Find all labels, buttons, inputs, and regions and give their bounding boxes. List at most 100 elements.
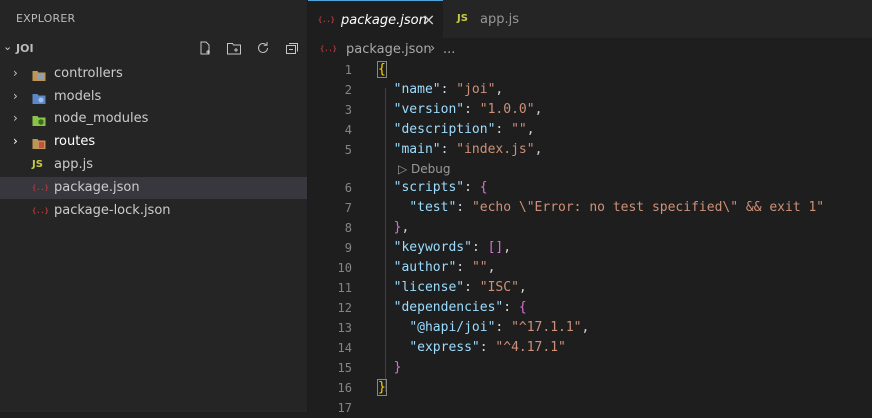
tree-folder-routes[interactable]: › routes (0, 131, 307, 153)
refresh-icon[interactable] (255, 40, 271, 56)
json-key: "main" (393, 142, 441, 157)
code-line: 9 "keywords": [], (308, 238, 872, 258)
code-line: 14 "express": "^4.17.1" (308, 338, 872, 358)
code-editor[interactable]: 1 { 2 "name": "joi", 3 "version": "1.0.0… (308, 60, 872, 415)
tree-label: models (54, 89, 102, 104)
code-line: 1 { (308, 60, 872, 80)
code-line: 13 "@hapi/joi": "^17.1.1", (308, 318, 872, 338)
breadcrumb: {..} package.json › ... (308, 38, 872, 60)
line-number: 2 (344, 83, 352, 97)
folder-icon (32, 90, 46, 104)
line-number: 6 (344, 181, 352, 195)
line-number: 17 (337, 401, 352, 415)
json-value: "ISC" (479, 280, 519, 295)
json-value: "" (511, 122, 527, 137)
chevron-right-icon: › (13, 111, 18, 125)
json-key: "express" (409, 340, 480, 355)
line-number: 15 (337, 361, 352, 375)
explorer-title: EXPLORER (16, 12, 76, 25)
json-key: "@hapi/joi" (409, 320, 496, 335)
chevron-down-icon: ⌄ (3, 40, 13, 53)
code-token: } (377, 379, 387, 396)
tree-folder-controllers[interactable]: › controllers (0, 63, 307, 85)
json-file-icon: {..} (32, 207, 49, 215)
json-key: "version" (393, 102, 465, 117)
json-key: "name" (393, 82, 441, 97)
code-line: 3 "version": "1.0.0", (308, 100, 872, 120)
line-number: 8 (344, 221, 352, 235)
line-number: 12 (337, 301, 352, 315)
line-number: 13 (337, 321, 352, 335)
code-line: 10 "author": "", (308, 258, 872, 278)
tree-folder-models[interactable]: › models (0, 86, 307, 108)
json-value: "echo \"Error: no test specified\" && ex… (471, 200, 825, 215)
line-number: 16 (337, 381, 352, 395)
folder-icon (32, 112, 46, 126)
line-number: 7 (344, 201, 352, 215)
code-line: 4 "description": "", (308, 120, 872, 140)
new-file-icon[interactable] (197, 40, 213, 56)
json-value: "joi" (456, 82, 496, 97)
breadcrumb-separator: › (430, 41, 436, 56)
json-key: "keywords" (393, 240, 472, 255)
json-value: "" (471, 260, 488, 275)
line-number: 4 (344, 123, 352, 137)
json-key: "description" (393, 122, 496, 137)
tree-label: package-lock.json (54, 203, 171, 218)
chevron-right-icon: › (13, 66, 18, 80)
json-file-icon: {..} (320, 45, 337, 53)
line-number: 5 (344, 143, 352, 157)
tree-file-package-json[interactable]: {..} package.json (0, 177, 307, 199)
line-number: 10 (337, 261, 352, 275)
tab-package-json[interactable]: {..} package.json × (308, 0, 443, 38)
line-number: 1 (344, 63, 352, 77)
tree-label: controllers (54, 66, 123, 81)
code-line: 17 (308, 398, 872, 418)
json-file-icon: {..} (318, 16, 335, 24)
code-line: 6 "scripts": { (308, 178, 872, 198)
json-value: "index.js" (456, 142, 535, 157)
json-key: "test" (409, 200, 457, 215)
new-folder-icon[interactable] (226, 40, 242, 56)
json-value: "^4.17.1" (495, 340, 566, 355)
tree-file-app-js[interactable]: JS app.js (0, 154, 307, 176)
json-value: "^17.1.1" (511, 320, 582, 335)
tree-file-package-lock-json[interactable]: {..} package-lock.json (0, 200, 307, 222)
json-file-icon: {..} (32, 184, 49, 192)
code-token: { (377, 61, 387, 78)
tree-label: app.js (54, 157, 93, 172)
javascript-file-icon: JS (457, 13, 468, 24)
code-line: 2 "name": "joi", (308, 80, 872, 100)
workspace-name: JOI (16, 42, 34, 55)
json-key: "scripts" (393, 180, 465, 195)
breadcrumb-symbol[interactable]: ... (443, 42, 455, 57)
tree-label: routes (54, 134, 96, 149)
chevron-right-icon: › (13, 89, 18, 103)
tab-label: app.js (480, 12, 519, 27)
tree-label: package.json (54, 180, 140, 195)
json-key: "dependencies" (393, 300, 504, 315)
line-number: 14 (337, 341, 352, 355)
tab-app-js[interactable]: JS app.js (443, 0, 533, 38)
json-key: "author" (393, 260, 457, 275)
code-line: 5 "main": "index.js", (308, 140, 872, 160)
breadcrumb-file[interactable]: package.json (346, 42, 432, 57)
collapse-all-icon[interactable] (284, 40, 300, 56)
javascript-file-icon: JS (32, 159, 43, 170)
tree-label: node_modules (54, 111, 149, 126)
codelens-line: ▷ Debug (308, 160, 872, 180)
workspace-section-header[interactable]: ⌄ JOI (0, 38, 307, 60)
tree-folder-node-modules[interactable]: › node_modules (0, 108, 307, 130)
debug-codelens[interactable]: ▷ Debug (398, 162, 451, 176)
code-line: 15 } (308, 358, 872, 378)
editor-tab-bar: {..} package.json × JS app.js (308, 0, 872, 38)
folder-icon (32, 67, 46, 81)
chevron-right-icon: › (13, 134, 18, 148)
line-number: 9 (344, 241, 352, 255)
line-number: 11 (337, 281, 352, 295)
folder-icon (32, 135, 46, 149)
explorer-sidebar: EXPLORER ⌄ JOI › controllers › models › (0, 0, 307, 412)
json-value: "1.0.0" (479, 102, 535, 117)
close-icon[interactable]: × (422, 10, 435, 29)
code-line: 7 "test": "echo \"Error: no test specifi… (308, 198, 872, 218)
